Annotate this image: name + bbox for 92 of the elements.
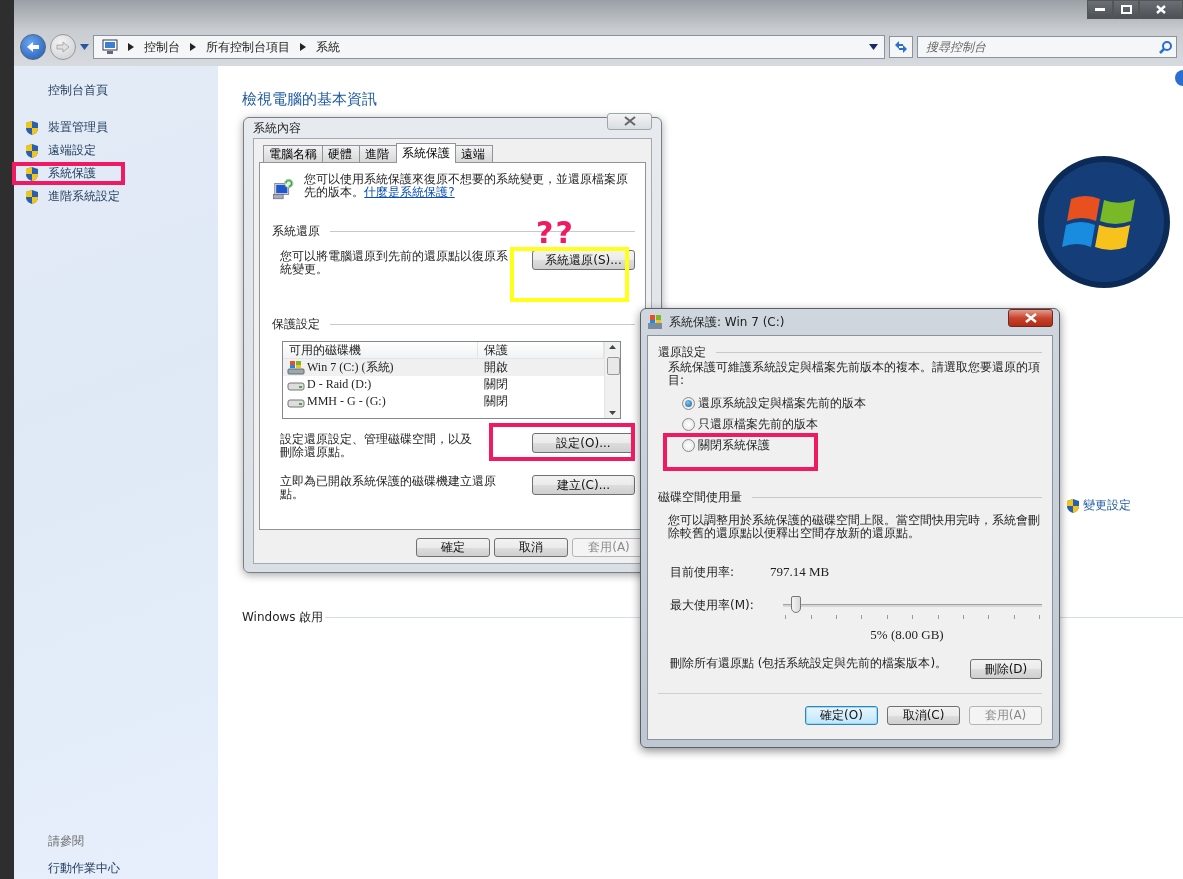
- usage-value: 797.14 MB: [770, 564, 830, 581]
- usage-slider[interactable]: [783, 595, 1042, 621]
- breadcrumb-item[interactable]: 所有控制台項目: [206, 38, 290, 56]
- table-cell-text: 關閉: [483, 393, 509, 410]
- breadcrumb-item[interactable]: 控制台: [144, 38, 180, 56]
- forward-arrow-icon: [56, 41, 70, 53]
- section-title: 系統還原: [272, 223, 320, 240]
- section-title: 還原設定: [658, 344, 706, 361]
- scrollbar[interactable]: [604, 342, 620, 418]
- radio-button[interactable]: [682, 396, 695, 410]
- tab[interactable]: 進階: [359, 145, 397, 162]
- shield-icon: [24, 142, 40, 159]
- column-header[interactable]: 保護: [478, 342, 604, 359]
- column-header[interactable]: 可用的磁碟機: [283, 342, 478, 359]
- dialog-title: 系統保護: Win 7 (C:): [669, 313, 786, 331]
- breadcrumb-item[interactable]: 系統: [316, 38, 340, 56]
- table-cell[interactable]: MMH - G - (G:): [283, 393, 478, 410]
- section-title: Windows 啟用: [242, 609, 324, 626]
- address-bar[interactable]: 控制台 所有控制台項目 系統: [93, 35, 885, 59]
- system-drive-icon: [287, 360, 305, 375]
- dialog-title: 系統內容: [253, 119, 301, 137]
- sidebar-link[interactable]: 裝置管理員: [48, 119, 108, 136]
- tab[interactable]: 遠端: [455, 145, 493, 162]
- sidebar-link[interactable]: 進階系統設定: [48, 188, 120, 205]
- scroll-up-icon[interactable]: [609, 345, 616, 349]
- dialog-button[interactable]: 取消(C): [887, 706, 960, 725]
- search-icon[interactable]: [1159, 40, 1173, 54]
- description-text: 立即為已開啟系統保護的磁碟機建立還原點。: [280, 475, 497, 501]
- description-text: 系統保護可維護系統設定與檔案先前版本的複本。請選取您要還原的項目:: [667, 361, 1041, 387]
- chevron-icon[interactable]: [190, 43, 196, 51]
- chevron-icon[interactable]: [128, 43, 134, 51]
- radio-label[interactable]: 只還原檔案先前的版本: [698, 415, 818, 433]
- radio-label[interactable]: 還原系統設定與檔案先前的版本: [698, 394, 866, 412]
- field-label: 目前使用率:: [670, 564, 736, 581]
- dialog-button[interactable]: 確定(O): [805, 706, 878, 725]
- maximize-button[interactable]: [1113, 0, 1139, 19]
- close-icon: [1024, 313, 1037, 323]
- refresh-icon: [893, 40, 909, 54]
- scroll-down-icon[interactable]: [609, 411, 616, 415]
- description-text: 您可以調整用於系統保護的磁碟空間上限。當空間快用完時，系統會刪除較舊的還原點以便釋出空間存放新的還原點。: [667, 514, 1041, 540]
- section-title: 請參閱: [48, 833, 85, 850]
- close-button[interactable]: [1139, 0, 1183, 19]
- radio-button[interactable]: [682, 438, 695, 452]
- create-button[interactable]: 建立(C)...: [532, 475, 635, 495]
- computer-icon: [100, 39, 118, 55]
- close-button[interactable]: [1008, 309, 1053, 327]
- sidebar-link[interactable]: 行動作業中心: [48, 860, 218, 877]
- scrollbar-thumb[interactable]: [607, 357, 620, 375]
- table-cell[interactable]: D - Raid (D:): [283, 376, 478, 393]
- close-icon: [1156, 5, 1166, 14]
- sidebar-link[interactable]: 遠端設定: [48, 142, 96, 159]
- sidebar-link[interactable]: 系統保護: [48, 165, 96, 182]
- section-title: 保護設定: [272, 316, 320, 333]
- chevron-icon[interactable]: [300, 43, 306, 51]
- delete-button[interactable]: 刪除(D): [970, 659, 1042, 679]
- tab[interactable]: 電腦名稱: [263, 145, 323, 162]
- dialog-button[interactable]: 取消: [494, 538, 568, 557]
- help-link[interactable]: 什麼是系統保護?: [364, 185, 455, 199]
- description-text: 刪除所有還原點 (包括系統設定與先前的檔案版本)。: [670, 655, 948, 672]
- back-arrow-icon: [26, 41, 40, 53]
- intro-text: 您可以使用系統保護來復原不想要的系統變更，並還原檔案原先的版本。什麼是系統保護?: [304, 173, 630, 201]
- shield-icon: [24, 188, 40, 205]
- back-button[interactable]: [20, 34, 46, 60]
- section-title: 磁碟空間使用量: [658, 489, 742, 506]
- dialog-button[interactable]: 確定: [416, 538, 490, 557]
- close-icon: [623, 116, 636, 126]
- shield-icon: [1065, 497, 1081, 514]
- slider-value: 5% (8.00 GB): [869, 627, 945, 643]
- radio-label[interactable]: 關閉系統保護: [698, 436, 770, 454]
- minimize-icon: [1095, 7, 1105, 12]
- field-label: 最大使用率(M):: [670, 597, 755, 614]
- slider-thumb[interactable]: [791, 596, 802, 613]
- table-cell-text: 關閉: [483, 376, 509, 393]
- question-marks: ??: [536, 218, 575, 248]
- minimize-button[interactable]: [1087, 0, 1113, 19]
- page-heading: 檢視電腦的基本資訊: [242, 90, 378, 109]
- tab[interactable]: 硬體: [322, 145, 360, 162]
- table-cell: 開啟: [478, 359, 604, 376]
- sidebar-link[interactable]: 控制台首頁: [48, 82, 218, 99]
- dropdown-caret-icon[interactable]: [869, 44, 878, 50]
- shield-icon: [24, 119, 40, 136]
- tab[interactable]: 系統保護: [396, 143, 456, 163]
- table-cell[interactable]: Win 7 (C:) (系統): [283, 359, 478, 376]
- refresh-button[interactable]: [889, 36, 913, 58]
- search-field[interactable]: 搜尋控制台: [917, 36, 1177, 58]
- change-settings-link[interactable]: 變更設定: [1083, 497, 1131, 514]
- shield-icon: [24, 165, 40, 182]
- radio-button[interactable]: [682, 417, 695, 431]
- description-text: 您可以將電腦還原到先前的還原點以復原系統變更。: [280, 250, 509, 276]
- maximize-icon: [1120, 5, 1132, 14]
- app-icon: [647, 314, 663, 330]
- description-text: 設定還原設定、管理磁碟空間，以及刪除還原點。: [280, 433, 473, 459]
